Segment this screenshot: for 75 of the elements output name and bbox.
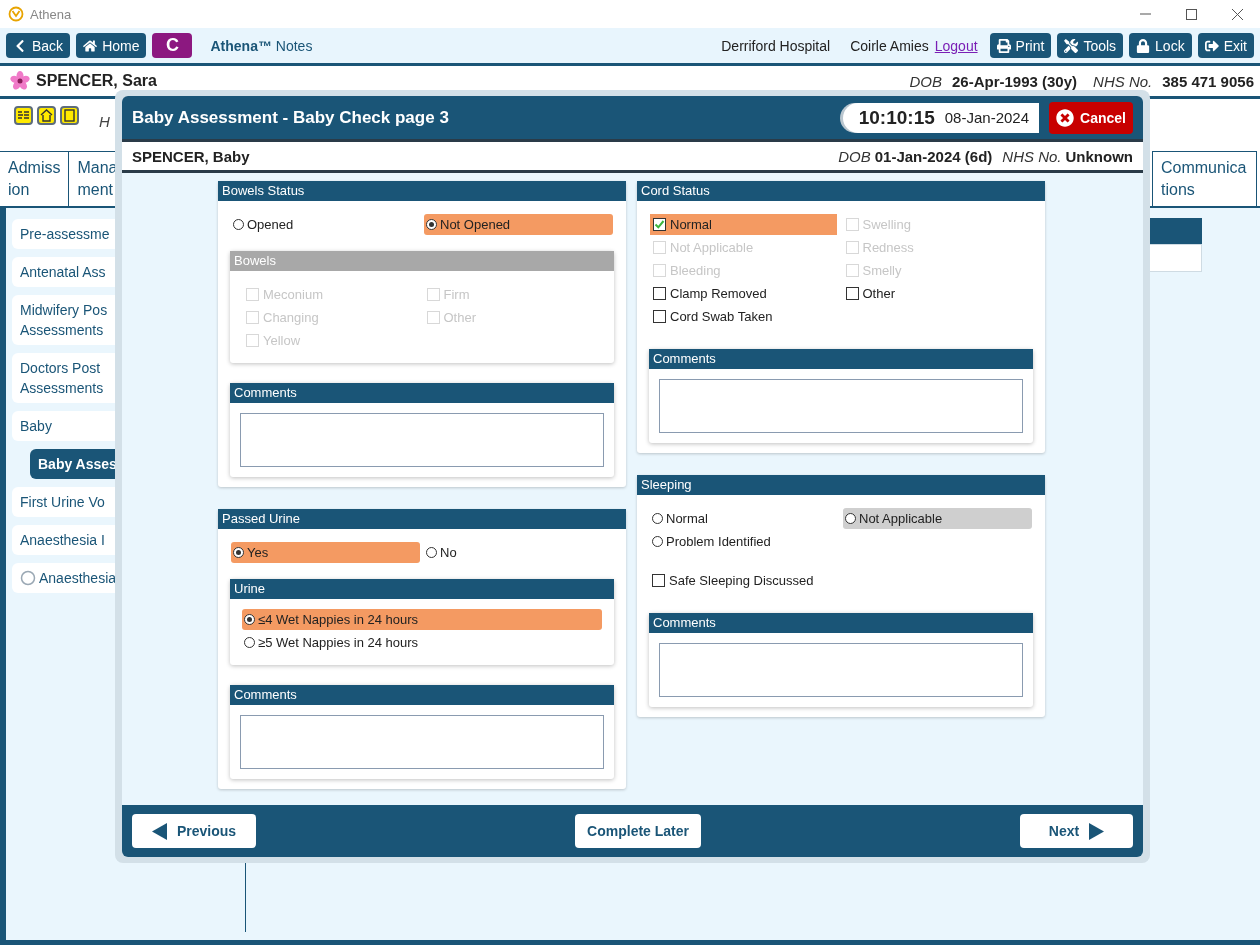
nhs-label: NHS No. [1093, 72, 1153, 90]
exit-icon [1204, 38, 1219, 53]
dob-value: 01-Jan-2024 (6d) [874, 147, 993, 165]
time-text: 10:10:15 [858, 106, 935, 129]
radio-option[interactable]: Problem Identified [650, 531, 839, 552]
window-title: Athena [30, 6, 72, 22]
radio-option[interactable]: ≥5 Wet Nappies in 24 hours [242, 632, 602, 653]
maximize-icon[interactable] [1185, 8, 1197, 20]
dob-label: DOB [838, 147, 871, 165]
comments-header: Comments [649, 349, 1033, 369]
subpanel-header: Bowels [230, 251, 614, 271]
nhs-value: Unknown [1065, 147, 1133, 165]
close-icon[interactable] [1231, 8, 1243, 20]
triangle-right-icon [1089, 822, 1105, 840]
dob-value: 26-Apr-1993 (30y) [952, 72, 1078, 90]
nhs-label: NHS No. [1002, 147, 1062, 165]
baby-name: SPENCER, Baby [132, 147, 250, 165]
circle-icon [20, 570, 36, 586]
next-button[interactable]: Next [1020, 814, 1133, 848]
panel-header: Passed Urine [218, 509, 626, 529]
patient-name: SPENCER, Sara [36, 72, 157, 90]
tools-button[interactable]: Tools [1057, 33, 1124, 58]
printer-icon [996, 38, 1011, 53]
radio-option[interactable]: Opened [231, 214, 420, 235]
checkbox-option[interactable]: Other [842, 283, 1029, 304]
comments-field[interactable] [240, 413, 604, 467]
comments-header: Comments [649, 613, 1033, 633]
print-button[interactable]: Print [989, 33, 1052, 58]
logout-link[interactable]: Logout [934, 37, 978, 54]
tools-icon [1064, 38, 1079, 53]
alert-home-icon[interactable] [37, 106, 56, 125]
home-icon [83, 38, 98, 53]
hospital-name: Derriford Hospital [721, 37, 831, 54]
complete-later-button[interactable]: Complete Later [575, 814, 702, 848]
user-name: Coirle Amies [850, 37, 929, 54]
lock-icon [1136, 38, 1151, 53]
home-button[interactable]: Home [76, 33, 147, 58]
comments-header: Comments [230, 685, 614, 705]
radio-option[interactable]: Yes [231, 542, 420, 563]
radio-option[interactable]: Not Applicable [843, 508, 1032, 529]
checkbox-option[interactable]: Cord Swab Taken [650, 306, 837, 327]
nhs-value: 385 471 9056 [1162, 72, 1254, 90]
comments-field[interactable] [659, 379, 1023, 433]
radio-option[interactable]: ≤4 Wet Nappies in 24 hours [242, 609, 602, 630]
checkbox-option[interactable]: Normal [650, 214, 837, 235]
panel-header: Sleeping [637, 475, 1045, 495]
date-text: 08-Jan-2024 [944, 109, 1029, 126]
comments-header: Comments [230, 383, 614, 403]
comments-field[interactable] [240, 715, 604, 769]
alert-note-text: H [99, 113, 110, 130]
exit-button[interactable]: Exit [1197, 33, 1254, 58]
back-button[interactable]: Back [6, 33, 71, 58]
radio-option[interactable]: No [424, 542, 613, 563]
radio-option[interactable]: Not Opened [424, 214, 613, 235]
flower-icon [10, 71, 30, 91]
cancel-button[interactable]: Cancel [1049, 101, 1133, 134]
lock-button[interactable]: Lock [1129, 33, 1192, 58]
triangle-left-icon [152, 822, 167, 840]
app-badge-button[interactable]: C [152, 33, 193, 58]
subpanel-header: Urine [230, 579, 614, 599]
radio-option[interactable]: Normal [650, 508, 839, 529]
panel-header: Bowels Status [218, 181, 626, 201]
previous-button[interactable]: Previous [132, 814, 257, 848]
checkmark-icon [654, 219, 665, 230]
alert-note-icon[interactable] [60, 106, 79, 125]
alert-list-icon[interactable] [14, 106, 33, 125]
dob-label: DOB [909, 72, 942, 90]
comments-field[interactable] [659, 643, 1023, 697]
dialog-title: Baby Assessment - Baby Check page 3 [132, 107, 449, 128]
panel-header: Cord Status [637, 181, 1045, 201]
app-name: Athena™ Notes [210, 37, 313, 54]
checkbox-option[interactable]: Safe Sleeping Discussed [649, 570, 838, 591]
checkbox-option[interactable]: Clamp Removed [650, 283, 837, 304]
minimize-icon[interactable] [1139, 13, 1151, 15]
app-logo-icon [8, 6, 24, 22]
